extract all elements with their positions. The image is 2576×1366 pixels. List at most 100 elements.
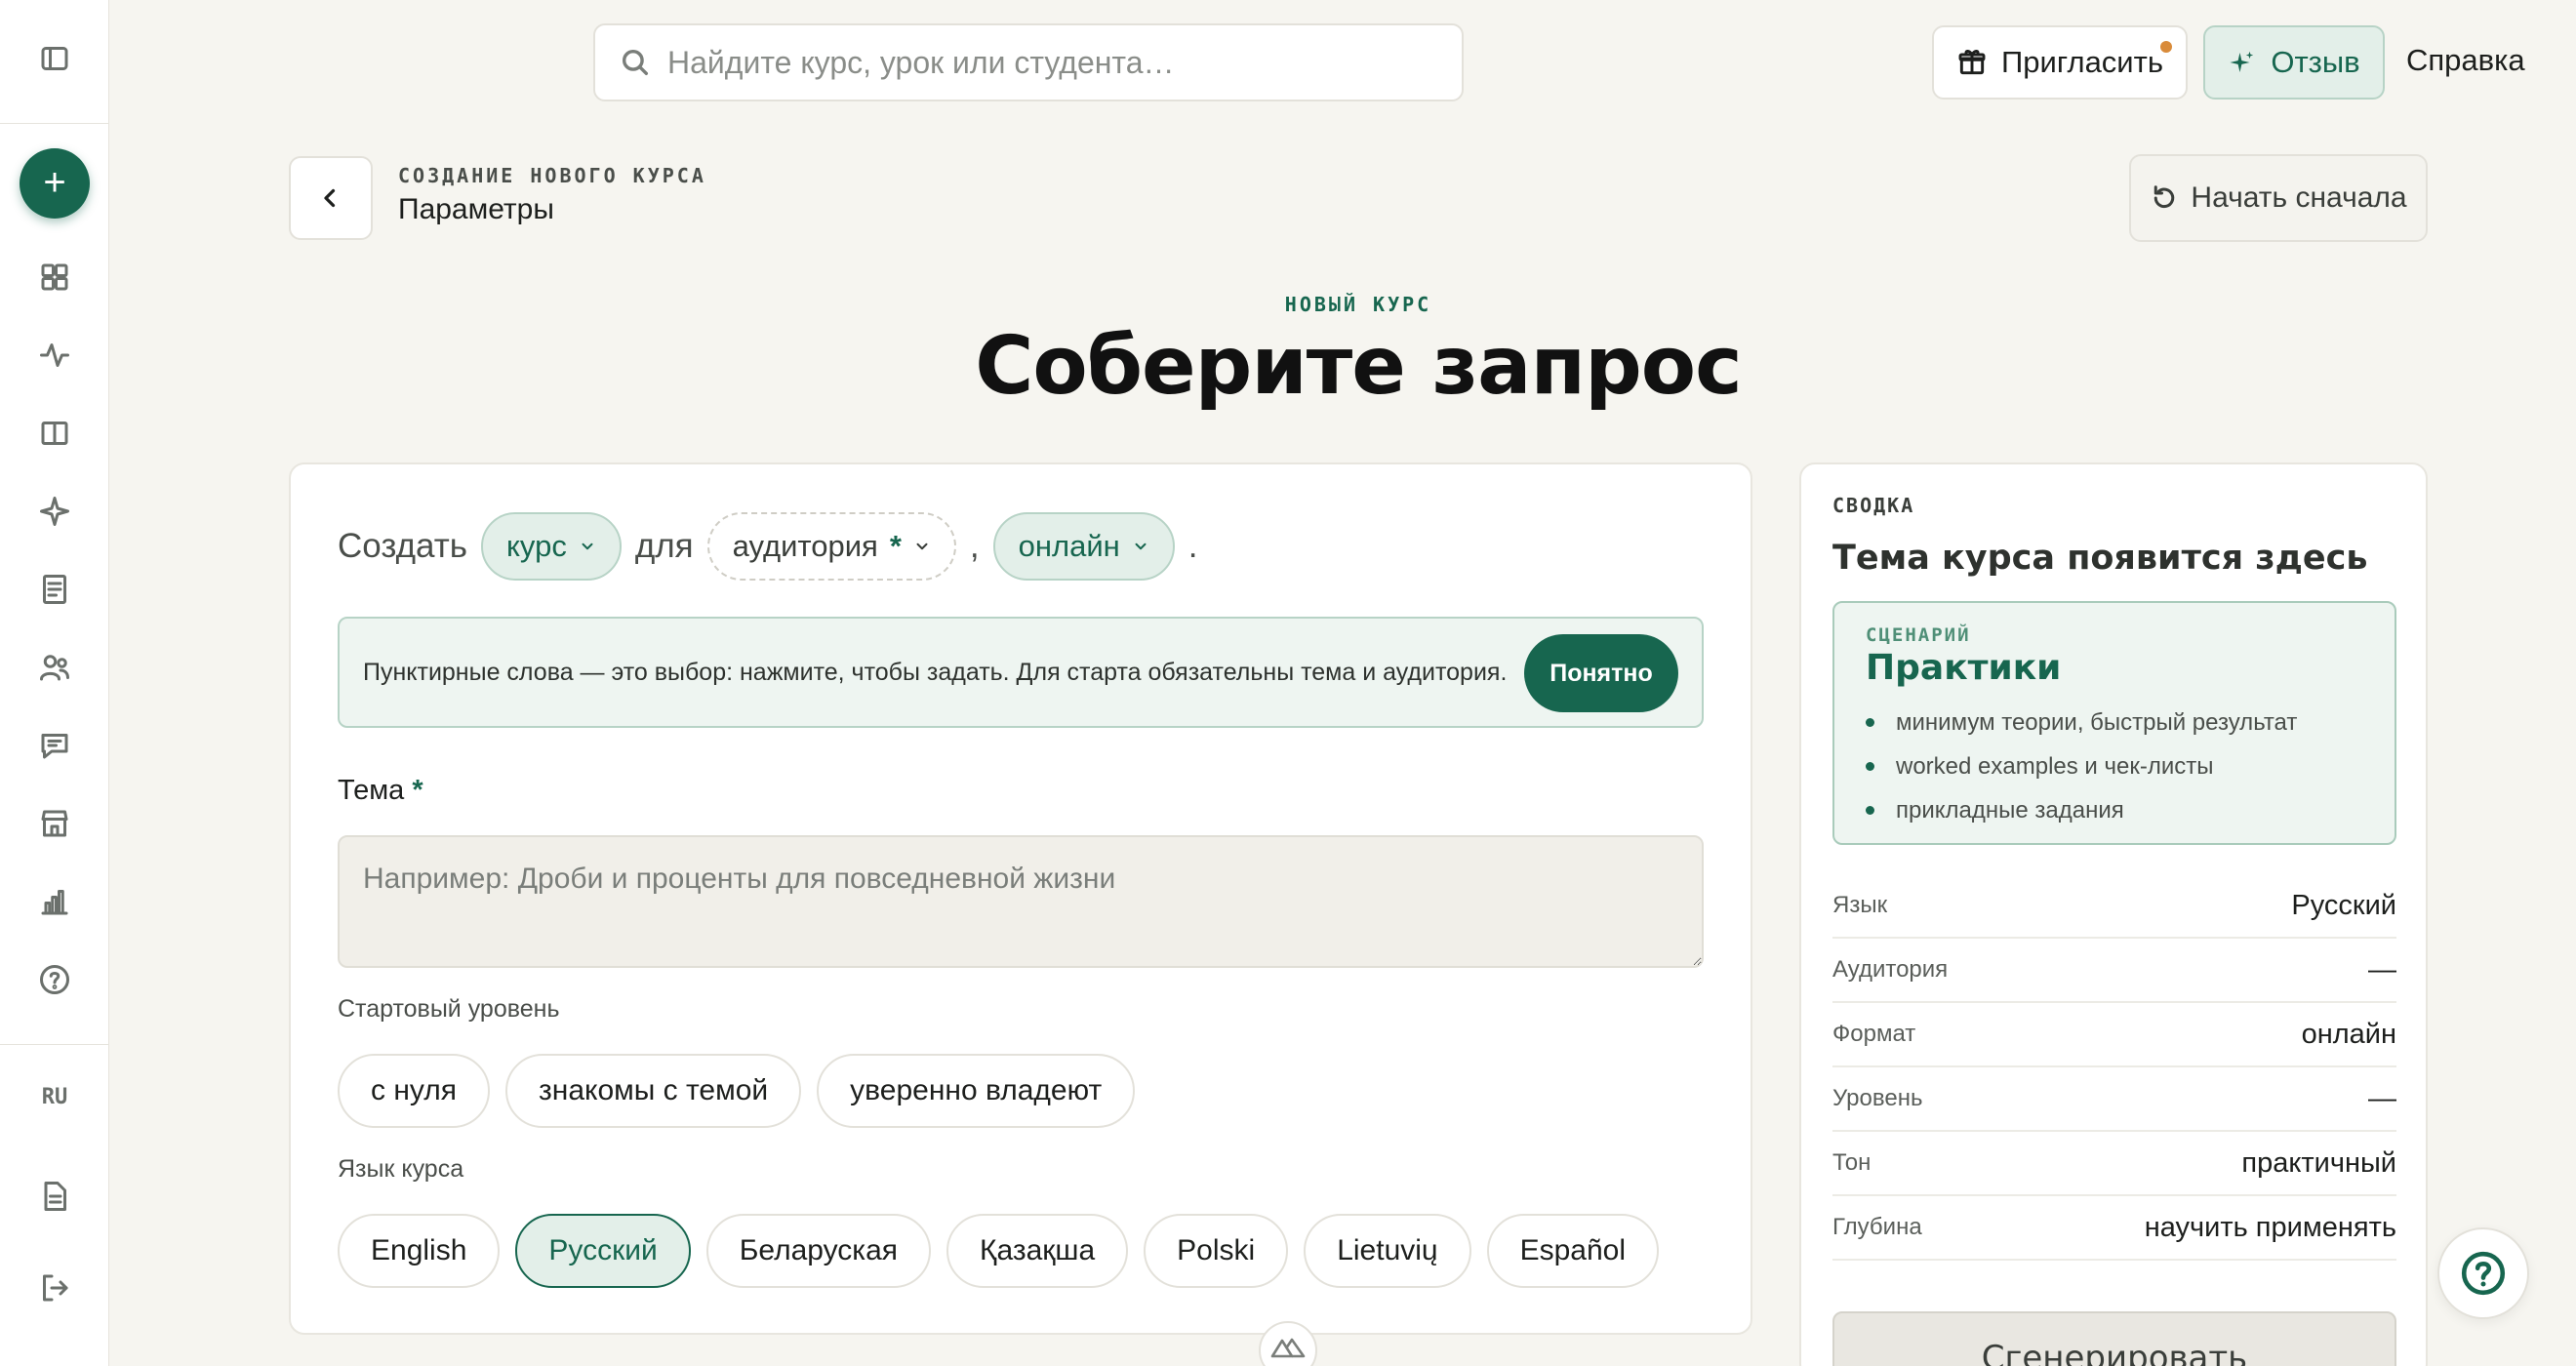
- store-icon[interactable]: [31, 800, 78, 847]
- stats-icon[interactable]: [31, 878, 78, 925]
- summary-value: практичный: [2241, 1146, 2396, 1179]
- sentence-comma: ,: [969, 527, 980, 565]
- sidebar-divider: [0, 123, 109, 124]
- scenario-box: СЦЕНАРИЙ Практики минимум теории, быстры…: [1832, 601, 2396, 845]
- required-marker: *: [412, 775, 423, 806]
- hint-banner: Пунктирные слова — это выбор: нажмите, ч…: [338, 617, 1704, 728]
- search-bar[interactable]: [593, 23, 1464, 101]
- topic-input[interactable]: [338, 835, 1704, 968]
- sparkle-icon[interactable]: [31, 488, 78, 535]
- summary-row: Глубина научить применять: [1832, 1196, 2396, 1261]
- summary-key: Аудитория: [1832, 956, 1949, 983]
- gift-icon: [1958, 50, 1986, 75]
- scenario-bullet: прикладные задания: [1866, 788, 2297, 832]
- dashboard-icon[interactable]: [31, 254, 78, 301]
- sentence-for-word: для: [634, 527, 694, 565]
- language-option[interactable]: Lietuvių: [1304, 1214, 1471, 1288]
- create-new-button[interactable]: +: [20, 148, 90, 219]
- summary-value: Русский: [2291, 889, 2396, 921]
- help-circle-icon: [2461, 1251, 2506, 1296]
- language-option-selected[interactable]: Русский: [515, 1214, 691, 1288]
- sidebar-toggle-icon[interactable]: [31, 35, 78, 82]
- help-fab[interactable]: [2437, 1227, 2529, 1319]
- sentence-period: .: [1187, 527, 1198, 565]
- bullet-dot: [1866, 806, 1874, 815]
- notification-dot: [2160, 41, 2172, 53]
- file-icon[interactable]: [31, 1173, 78, 1220]
- hero-eyebrow: НОВЫЙ КУРС: [1284, 293, 1432, 316]
- hint-text: Пунктирные слова — это выбор: нажмите, ч…: [363, 658, 1508, 686]
- audience-label: аудитория: [732, 529, 878, 563]
- level-option[interactable]: знакомы с темой: [505, 1054, 802, 1128]
- hint-ok-button[interactable]: Понятно: [1524, 634, 1678, 712]
- required-marker: *: [889, 529, 902, 563]
- search-icon: [622, 49, 649, 76]
- language-label: Язык курса: [338, 1155, 464, 1183]
- course-builder-card: Создать курс для аудитория * , онлайн . …: [289, 462, 1752, 1335]
- bullet-text: минимум теории, быстрый результат: [1896, 708, 2298, 736]
- scenario-bullet: минимум теории, быстрый результат: [1866, 701, 2297, 744]
- bullet-dot: [1866, 762, 1874, 771]
- summary-key: Уровень: [1832, 1085, 1923, 1111]
- help-circle-icon[interactable]: [31, 956, 78, 1003]
- chat-icon[interactable]: [31, 722, 78, 769]
- audience-chip[interactable]: аудитория *: [706, 512, 956, 581]
- sidebar-divider: [0, 1044, 109, 1045]
- hero-title: Соберите запрос: [975, 320, 1743, 413]
- invite-label: Пригласить: [2001, 45, 2163, 79]
- back-button[interactable]: [289, 156, 373, 240]
- topic-label: Тема *: [338, 775, 423, 807]
- page-title: Параметры: [398, 193, 554, 225]
- bullet-dot: [1866, 718, 1874, 727]
- sparkles-icon: [2230, 51, 2254, 72]
- summary-value: онлайн: [2301, 1018, 2396, 1050]
- summary-row: Аудитория —: [1832, 939, 2396, 1003]
- language-option[interactable]: Español: [1486, 1214, 1660, 1288]
- review-button[interactable]: Отзыв: [2203, 25, 2385, 100]
- language-option[interactable]: Polski: [1144, 1214, 1289, 1288]
- breadcrumb-overline: СОЗДАНИЕ НОВОГО КУРСА: [398, 164, 706, 187]
- restart-label: Начать сначала: [2191, 181, 2407, 214]
- chevron-down-icon: [1135, 542, 1147, 550]
- course-type-chip[interactable]: курс: [481, 512, 622, 581]
- prompt-sentence: Создать курс для аудитория * , онлайн .: [338, 511, 1198, 582]
- language-option[interactable]: Қазақша: [946, 1214, 1129, 1288]
- summary-key: Тон: [1832, 1149, 1872, 1176]
- language-switch[interactable]: RU: [0, 1085, 109, 1109]
- generate-button[interactable]: Сгенерировать: [1832, 1311, 2396, 1366]
- chevron-down-icon: [916, 542, 928, 550]
- chevron-left-icon: [324, 188, 336, 208]
- document-list-icon[interactable]: [31, 566, 78, 613]
- summary-value: —: [2368, 1082, 2396, 1114]
- language-options: English Русский Беларуская Қазақша Polsk…: [338, 1214, 1660, 1288]
- search-input[interactable]: [667, 44, 1429, 81]
- level-options: с нуля знакомы с темой уверенно владеют: [338, 1054, 1136, 1128]
- level-option[interactable]: уверенно владеют: [817, 1054, 1136, 1128]
- invite-button[interactable]: Пригласить: [1932, 25, 2188, 100]
- bullet-text: worked examples и чек-листы: [1896, 752, 2214, 780]
- scenario-title: Практики: [1866, 648, 2062, 688]
- summary-key: Формат: [1832, 1021, 1916, 1047]
- book-icon[interactable]: [31, 410, 78, 457]
- summary-key: Язык: [1832, 892, 1888, 918]
- scenario-bullet: worked examples и чек-листы: [1866, 744, 2297, 788]
- logout-icon[interactable]: [31, 1265, 78, 1311]
- summary-table: Язык Русский Аудитория — Формат онлайн Уров…: [1832, 874, 2396, 1261]
- summary-row: Формат онлайн: [1832, 1003, 2396, 1067]
- format-chip[interactable]: онлайн: [992, 512, 1175, 581]
- summary-card: СВОДКА Тема курса появится здесь СЦЕНАРИ…: [1799, 462, 2428, 1366]
- restart-button[interactable]: Начать сначала: [2129, 154, 2428, 242]
- summary-title: Тема курса появится здесь: [1832, 539, 2368, 578]
- summary-key: Глубина: [1832, 1214, 1922, 1240]
- level-option[interactable]: с нуля: [338, 1054, 490, 1128]
- users-icon[interactable]: [31, 644, 78, 691]
- chevron-down-icon: [582, 542, 593, 550]
- language-option[interactable]: Беларуская: [705, 1214, 932, 1288]
- help-link[interactable]: Справка: [2406, 43, 2525, 78]
- language-option[interactable]: English: [338, 1214, 501, 1288]
- summary-row: Уровень —: [1832, 1067, 2396, 1132]
- summary-overline: СВОДКА: [1832, 494, 1915, 517]
- review-label: Отзыв: [2271, 45, 2360, 79]
- activity-icon[interactable]: [31, 332, 78, 379]
- scenario-bullets: минимум теории, быстрый результат worked…: [1866, 701, 2297, 832]
